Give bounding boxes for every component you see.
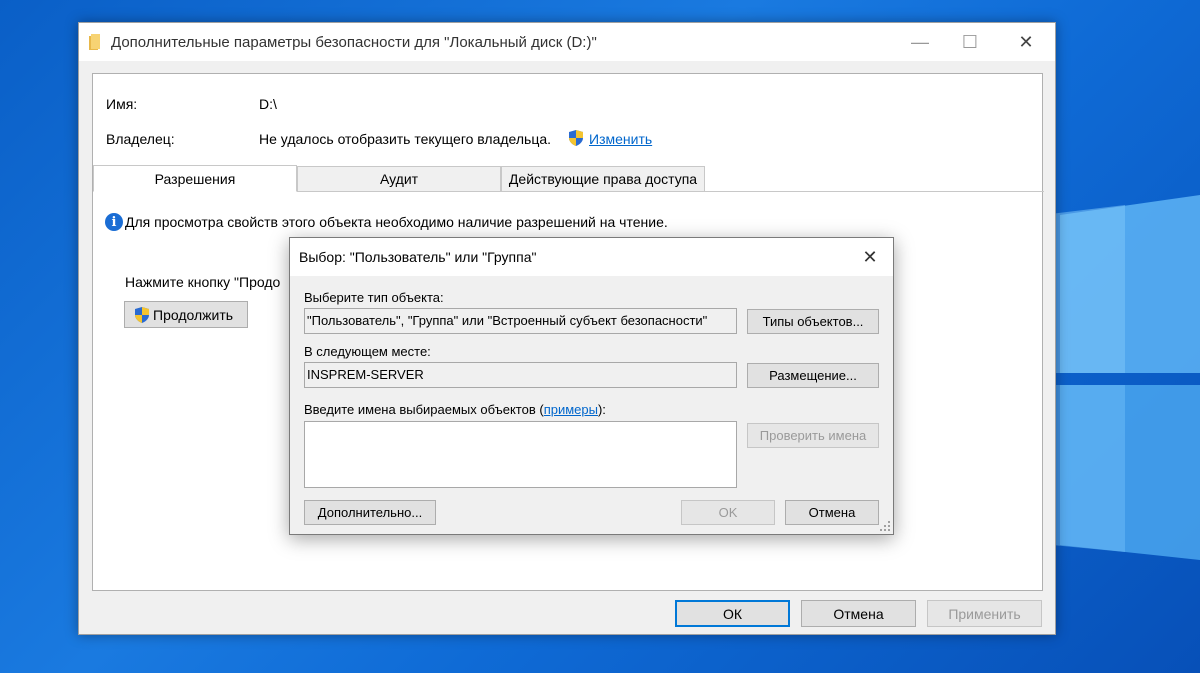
object-names-label: Введите имена выбираемых объектов (приме…: [304, 402, 606, 417]
window-title: Дополнительные параметры безопасности дл…: [111, 34, 597, 51]
tab-bar: Разрешения Аудит Действующие права досту…: [93, 165, 1044, 192]
owner-label: Владелец:: [106, 131, 175, 147]
dialog-title-bar[interactable]: Выбор: "Пользователь" или "Группа" ✕: [290, 238, 893, 276]
select-user-group-dialog: Выбор: "Пользователь" или "Группа" ✕ Выб…: [289, 237, 894, 535]
info-icon: i: [105, 213, 123, 231]
object-names-label-suffix: ):: [597, 402, 606, 417]
folder-icon: [89, 34, 100, 50]
name-value: D:\: [259, 96, 277, 112]
dialog-cancel-button[interactable]: Отмена: [785, 500, 879, 525]
advanced-button[interactable]: Дополнительно...: [304, 500, 436, 525]
close-icon[interactable]: ✕: [1003, 23, 1049, 61]
owner-value: Не удалось отобразить текущего владельца…: [259, 131, 552, 147]
shield-icon: [569, 130, 583, 146]
continue-button-label: Продолжить: [153, 306, 234, 323]
cancel-button[interactable]: Отмена: [801, 600, 916, 627]
object-types-button[interactable]: Типы объектов...: [747, 309, 879, 334]
tab-permissions[interactable]: Разрешения: [93, 165, 297, 192]
examples-link[interactable]: примеры: [544, 402, 598, 417]
close-icon[interactable]: ✕: [847, 238, 893, 276]
minimize-icon[interactable]: —: [897, 23, 943, 61]
press-continue-text: Нажмите кнопку "Продо: [125, 274, 281, 290]
title-bar[interactable]: Дополнительные параметры безопасности дл…: [79, 23, 1055, 61]
location-field: INSPREM-SERVER: [304, 362, 737, 388]
check-names-button[interactable]: Проверить имена: [747, 423, 879, 448]
info-text: Для просмотра свойств этого объекта необ…: [125, 214, 668, 230]
change-owner-link[interactable]: Изменить: [589, 131, 652, 147]
object-names-input[interactable]: [304, 421, 737, 488]
shield-icon: [135, 306, 149, 323]
object-type-label: Выберите тип объекта:: [304, 290, 444, 305]
ok-button[interactable]: ОК: [675, 600, 790, 627]
tab-audit[interactable]: Аудит: [297, 166, 501, 192]
dialog-ok-button[interactable]: OK: [681, 500, 775, 525]
object-names-label-prefix: Введите имена выбираемых объектов (: [304, 402, 544, 417]
maximize-icon[interactable]: ☐: [947, 23, 993, 61]
dialog-title: Выбор: "Пользователь" или "Группа": [299, 249, 537, 265]
location-label: В следующем месте:: [304, 344, 431, 359]
apply-button[interactable]: Применить: [927, 600, 1042, 627]
tab-effective-access[interactable]: Действующие права доступа: [501, 166, 705, 192]
continue-button[interactable]: Продолжить: [124, 301, 248, 328]
name-label: Имя:: [106, 96, 138, 112]
locations-button[interactable]: Размещение...: [747, 363, 879, 388]
object-type-field: "Пользователь", "Группа" или "Встроенный…: [304, 308, 737, 334]
resize-grip-icon[interactable]: [879, 520, 891, 532]
